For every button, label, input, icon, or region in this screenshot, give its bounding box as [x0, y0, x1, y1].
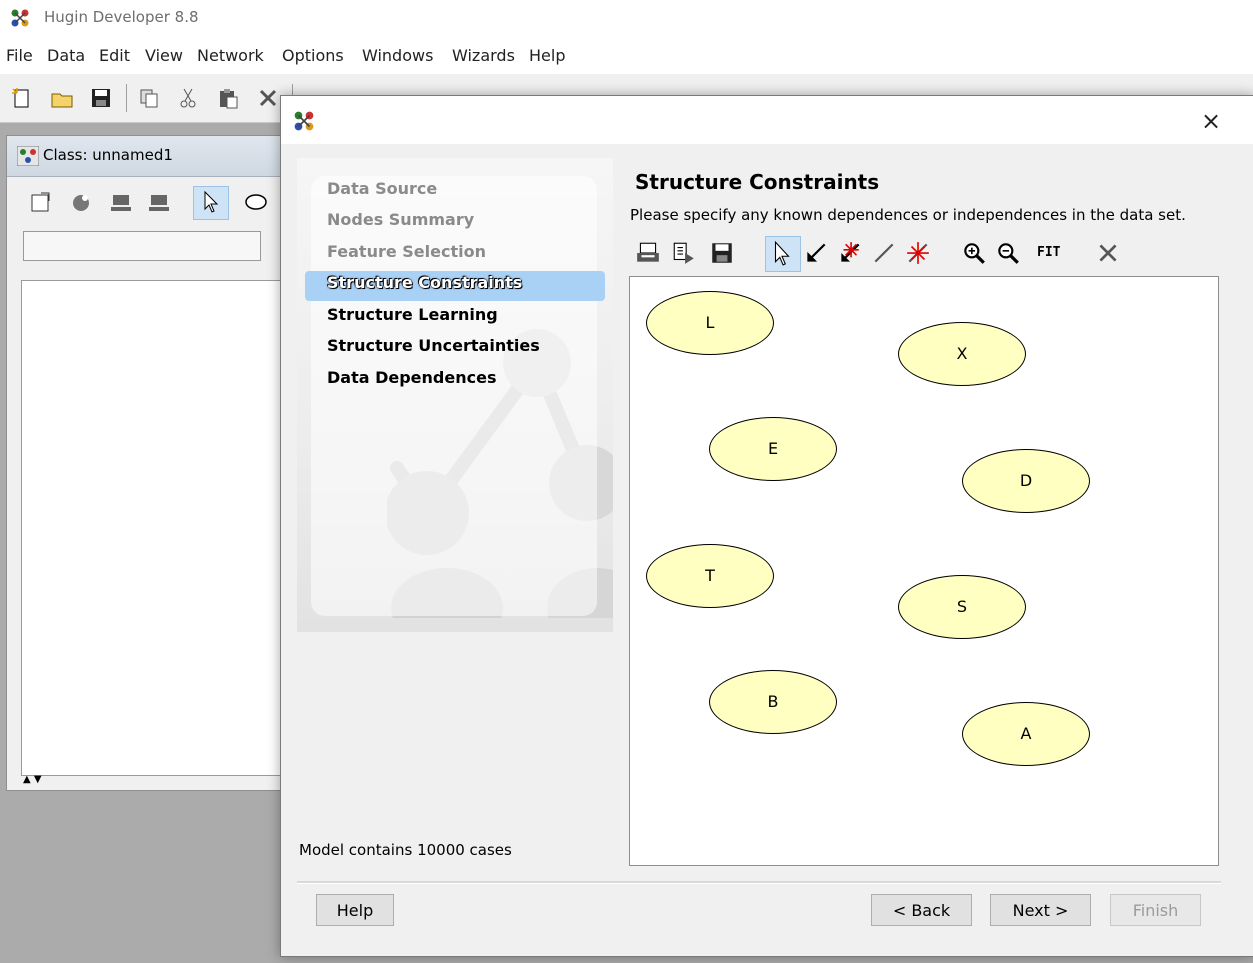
step-structure-uncertainties: Structure Uncertainties [327, 336, 540, 355]
section-title: Structure Constraints [635, 170, 880, 194]
menu-wizards[interactable]: Wizards [452, 46, 515, 65]
compile-icon[interactable] [69, 190, 93, 214]
class-window-titlebar: Class: unnamed1 [7, 136, 307, 177]
node-l[interactable]: L [646, 291, 774, 355]
class-window-toolbar [7, 180, 307, 220]
menu-windows[interactable]: Windows [362, 46, 433, 65]
constraints-toolbar: FIT [629, 236, 1219, 272]
dialog-close-button[interactable]: × [1189, 104, 1233, 138]
directed-edge-icon[interactable] [803, 240, 829, 266]
forbidden-undirected-edge-icon[interactable] [905, 240, 931, 266]
menu-bar: File Data Edit View Network Options Wind… [0, 36, 1253, 74]
menu-view[interactable]: View [145, 46, 183, 65]
model-cases-info: Model contains 10000 cases [299, 841, 512, 859]
open-folder-icon[interactable] [50, 86, 74, 110]
node-x[interactable]: X [898, 322, 1026, 386]
step-nodes-summary: Nodes Summary [327, 210, 475, 229]
copy-icon[interactable] [137, 86, 161, 110]
step-data-source: Data Source [327, 179, 438, 198]
pointer-icon[interactable] [201, 190, 221, 214]
class-window-canvas[interactable] [21, 280, 308, 776]
save-icon[interactable] [89, 86, 113, 110]
step-structure-constraints: Structure Constraints [327, 273, 523, 292]
next-button[interactable]: Next > [990, 894, 1091, 926]
class-window-input[interactable] [23, 231, 261, 261]
section-description: Please specify any known dependences or … [630, 206, 1186, 224]
toolbar-separator [126, 84, 127, 112]
undirected-edge-icon[interactable] [871, 240, 897, 266]
app-title: Hugin Developer 8.8 [44, 8, 199, 26]
class-window: Class: unnamed1 ▲ ▼ [6, 135, 308, 791]
menu-edit[interactable]: Edit [99, 46, 130, 65]
app-titlebar: Hugin Developer 8.8 [0, 0, 1253, 36]
save-constraints-icon[interactable] [709, 240, 735, 266]
zoom-out-icon[interactable] [995, 240, 1021, 266]
help-button[interactable]: Help [316, 894, 394, 926]
dialog-divider [297, 881, 1221, 884]
load-constraints-icon[interactable] [671, 240, 697, 266]
menu-file[interactable]: File [6, 46, 33, 65]
learning-wizard-dialog: × Data Source Nodes Summary Feature Sele… [280, 95, 1253, 957]
forbidden-directed-edge-icon[interactable] [837, 240, 863, 266]
menu-data[interactable]: Data [47, 46, 85, 65]
step-structure-learning: Structure Learning [327, 305, 498, 324]
finish-button[interactable]: Finish [1110, 894, 1201, 926]
class-network-icon [17, 146, 39, 166]
delete-icon[interactable] [256, 86, 280, 110]
menu-help[interactable]: Help [529, 46, 565, 65]
cut-icon[interactable] [176, 86, 200, 110]
scroll-arrows-icon[interactable]: ▲ ▼ [23, 774, 63, 786]
step-data-dependences: Data Dependences [327, 368, 497, 387]
node-ellipse-icon[interactable] [243, 192, 269, 212]
node-a[interactable]: A [962, 702, 1090, 766]
wizard-steps-panel: Data Source Nodes Summary Feature Select… [297, 158, 613, 632]
dialog-titlebar: × [281, 96, 1253, 144]
node-d[interactable]: D [962, 449, 1090, 513]
structure-constraints-canvas[interactable]: L X E D T S B A [629, 276, 1219, 866]
clear-icon[interactable] [1095, 240, 1121, 266]
step-feature-selection: Feature Selection [327, 242, 486, 261]
print-icon[interactable] [635, 240, 661, 266]
properties-icon[interactable] [29, 190, 53, 214]
zoom-in-icon[interactable] [961, 240, 987, 266]
back-button[interactable]: < Back [871, 894, 972, 926]
node-s[interactable]: S [898, 575, 1026, 639]
node-e[interactable]: E [709, 417, 837, 481]
hugin-logo-icon [294, 111, 314, 131]
node-monitor-icon[interactable] [109, 190, 133, 214]
menu-network[interactable]: Network [197, 46, 264, 65]
node-b[interactable]: B [709, 670, 837, 734]
hugin-logo-icon [11, 9, 29, 27]
paste-icon[interactable] [216, 86, 240, 110]
node-t[interactable]: T [646, 544, 774, 608]
fit-to-window-button[interactable]: FIT [1037, 245, 1060, 260]
new-file-icon[interactable] [10, 86, 34, 110]
class-window-title: Class: unnamed1 [43, 146, 173, 164]
pointer-icon[interactable] [769, 240, 795, 266]
node-table-icon[interactable] [147, 190, 171, 214]
menu-options[interactable]: Options [282, 46, 344, 65]
